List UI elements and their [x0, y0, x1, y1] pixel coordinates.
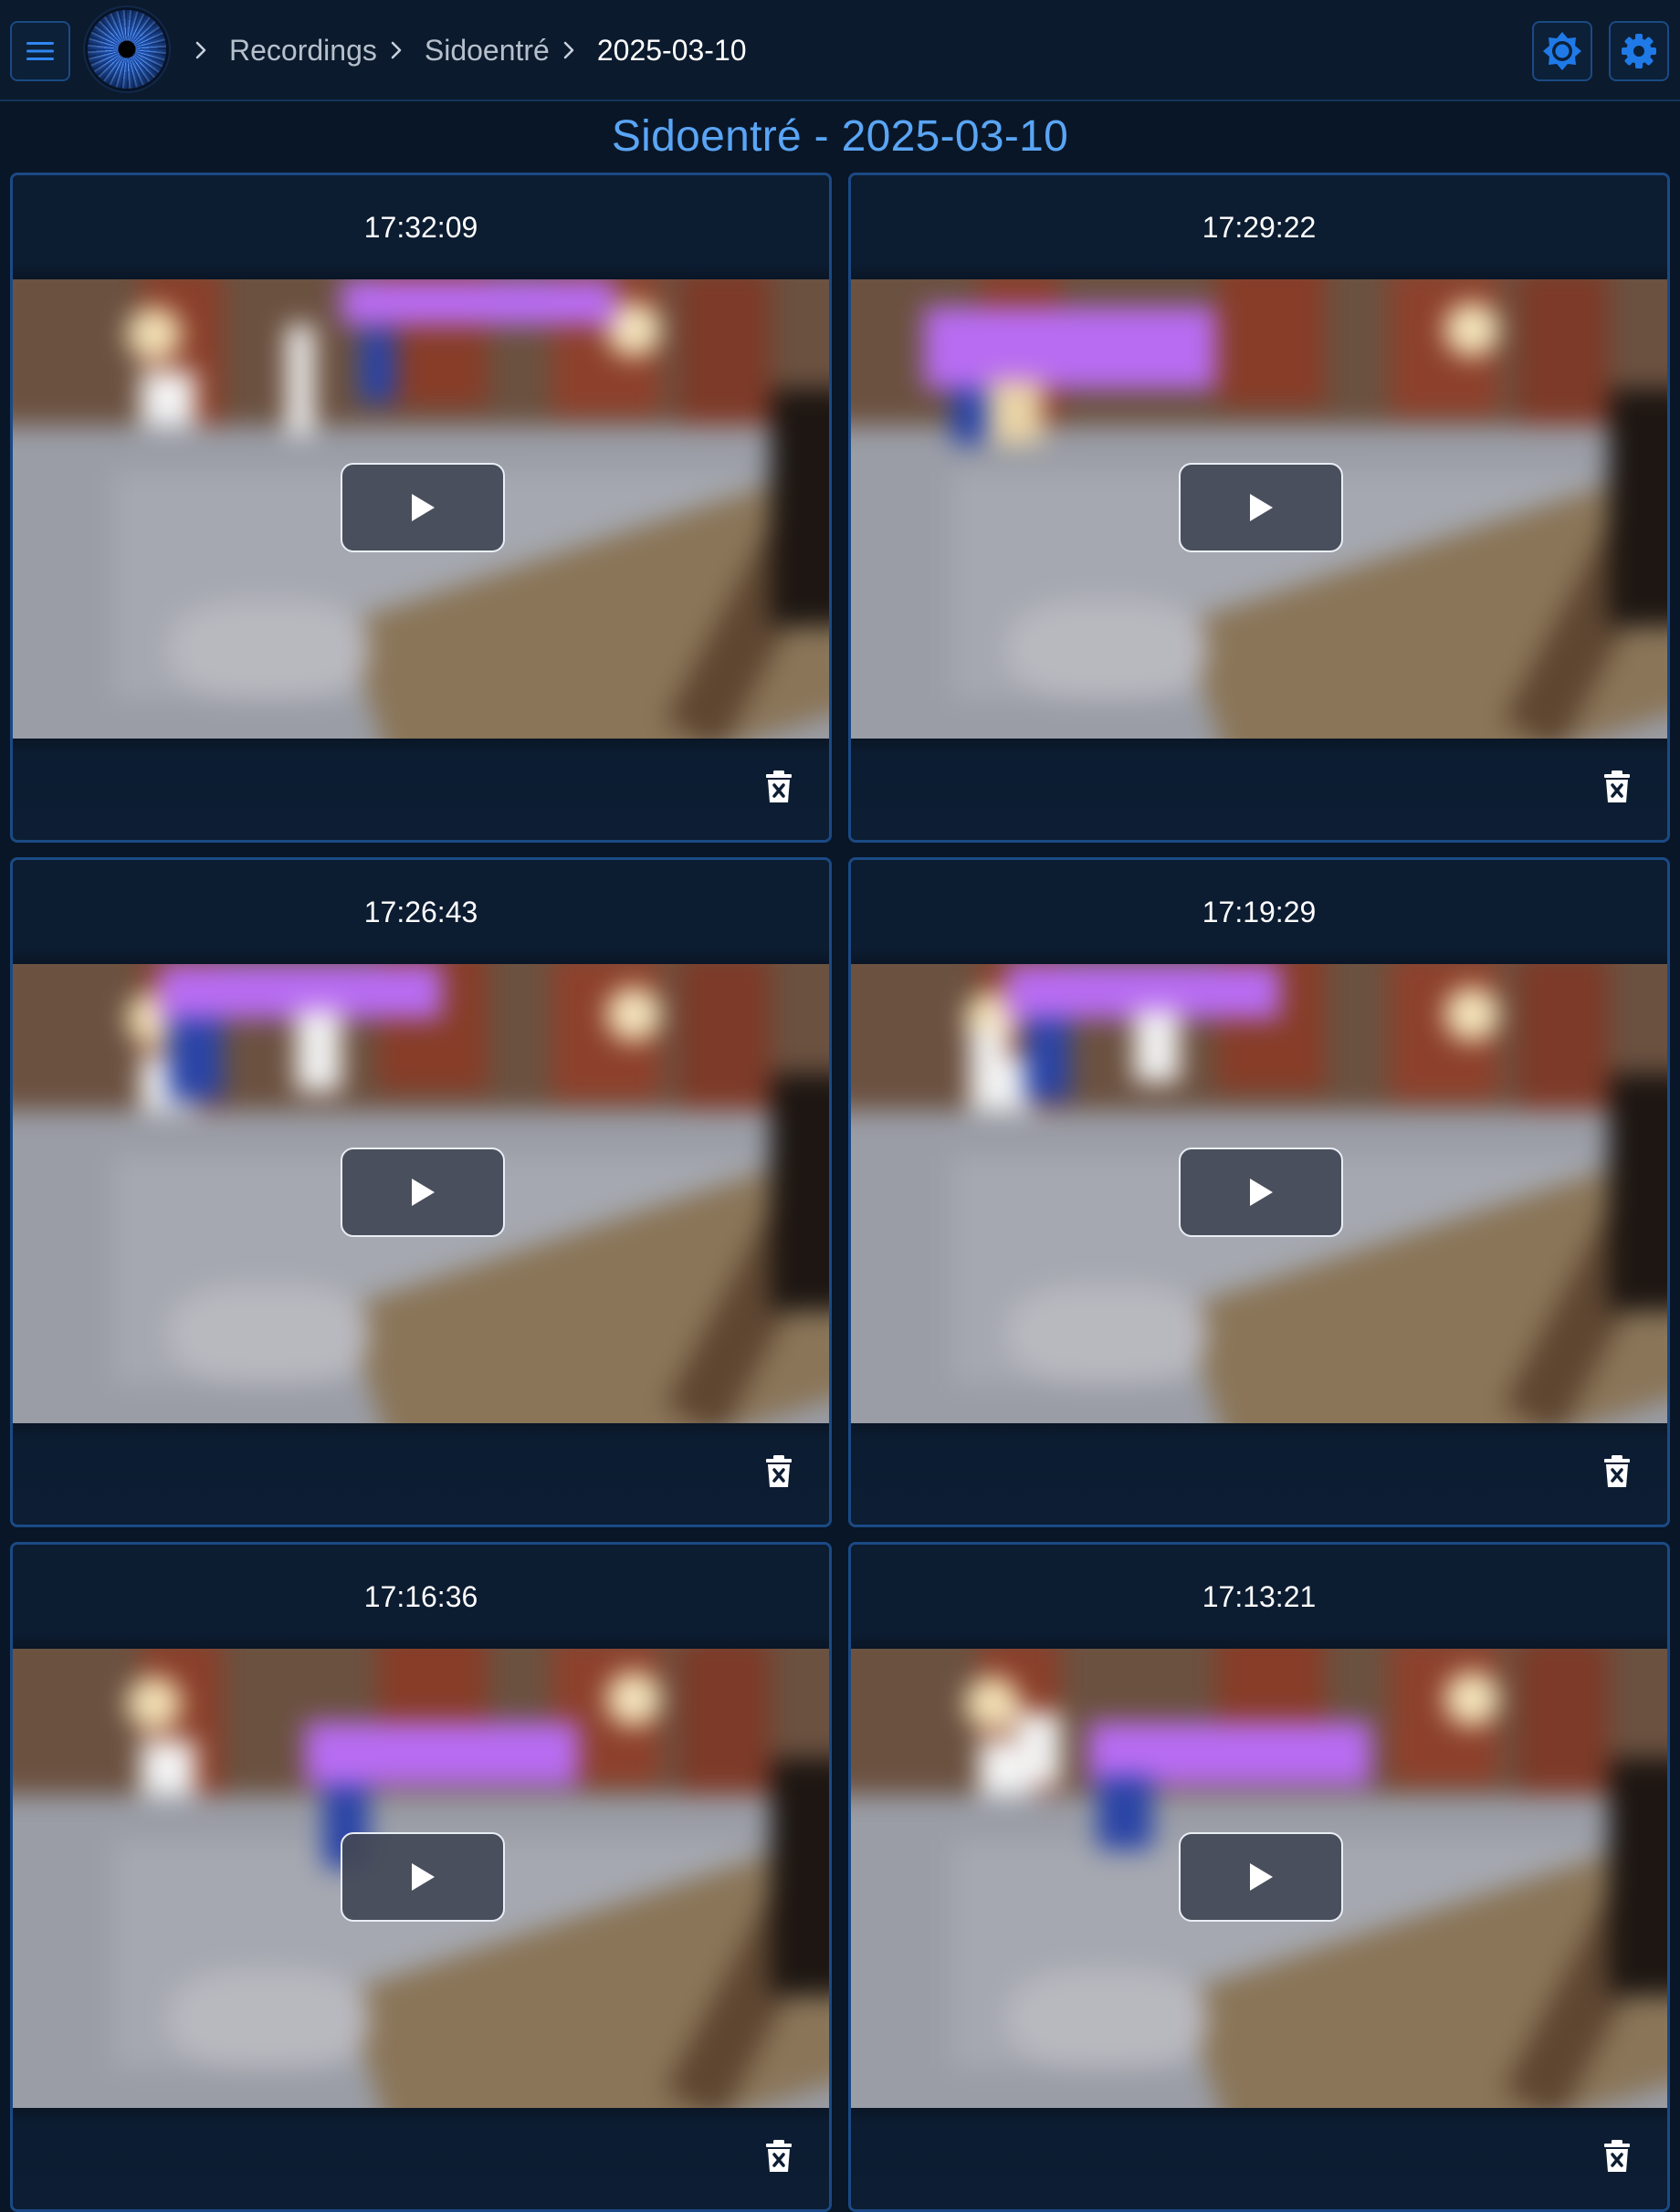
chevron-right-icon	[388, 39, 404, 61]
recording-thumbnail[interactable]	[13, 279, 829, 739]
recording-time: 17:19:29	[851, 860, 1667, 964]
recording-card: 17:29:22	[848, 173, 1670, 843]
top-bar: Recordings Sidoentré 2025-03-10	[0, 0, 1680, 101]
settings-button[interactable]	[1609, 21, 1669, 81]
brightness-icon	[1543, 32, 1581, 70]
recording-footer	[851, 1423, 1667, 1525]
recording-footer	[13, 739, 829, 840]
play-button[interactable]	[1179, 463, 1343, 552]
recording-footer	[13, 2108, 829, 2209]
gear-icon	[1622, 34, 1656, 68]
recording-time: 17:32:09	[13, 175, 829, 279]
recording-card: 17:26:43	[10, 857, 832, 1527]
delete-icon[interactable]	[765, 770, 793, 804]
page-title: Sidoentré - 2025-03-10	[611, 112, 1069, 161]
recording-footer	[13, 1423, 829, 1525]
breadcrumb-current-date: 2025-03-10	[596, 33, 747, 67]
recording-time: 17:16:36	[13, 1545, 829, 1649]
delete-icon[interactable]	[765, 2139, 793, 2174]
menu-button[interactable]	[10, 21, 70, 81]
play-button[interactable]	[341, 463, 505, 552]
theme-toggle-button[interactable]	[1532, 21, 1592, 81]
recording-footer	[851, 739, 1667, 840]
breadcrumb: Recordings Sidoentré 2025-03-10	[187, 27, 747, 73]
play-icon	[1250, 1179, 1273, 1206]
recording-time: 17:29:22	[851, 175, 1667, 279]
eye-iris-logo[interactable]	[88, 10, 166, 89]
recording-thumbnail[interactable]	[851, 1649, 1667, 2108]
recording-thumbnail[interactable]	[13, 964, 829, 1423]
play-button[interactable]	[341, 1832, 505, 1922]
delete-icon[interactable]	[765, 1454, 793, 1489]
recording-card: 17:13:21	[848, 1542, 1670, 2212]
play-button[interactable]	[1179, 1832, 1343, 1922]
play-icon	[1250, 1863, 1273, 1891]
recording-card: 17:16:36	[10, 1542, 832, 2212]
play-icon	[412, 1863, 435, 1891]
recording-thumbnail[interactable]	[851, 964, 1667, 1423]
delete-icon[interactable]	[1603, 2139, 1631, 2174]
menu-icon	[26, 42, 54, 60]
breadcrumb-recordings[interactable]: Recordings	[229, 34, 377, 68]
play-icon	[412, 1179, 435, 1206]
delete-icon[interactable]	[1603, 1454, 1631, 1489]
recording-card: 17:32:09	[10, 173, 832, 843]
recording-card: 17:19:29	[848, 857, 1670, 1527]
chevron-right-icon	[561, 39, 577, 61]
recording-time: 17:26:43	[13, 860, 829, 964]
chevron-right-icon	[193, 39, 209, 61]
recording-thumbnail[interactable]	[13, 1649, 829, 2108]
recording-footer	[851, 2108, 1667, 2209]
play-button[interactable]	[341, 1148, 505, 1237]
delete-icon[interactable]	[1603, 770, 1631, 804]
recording-time: 17:13:21	[851, 1545, 1667, 1649]
play-button[interactable]	[1179, 1148, 1343, 1237]
breadcrumb-camera[interactable]: Sidoentré	[425, 34, 550, 68]
recording-thumbnail[interactable]	[851, 279, 1667, 739]
play-icon	[1250, 494, 1273, 521]
play-icon	[412, 494, 435, 521]
